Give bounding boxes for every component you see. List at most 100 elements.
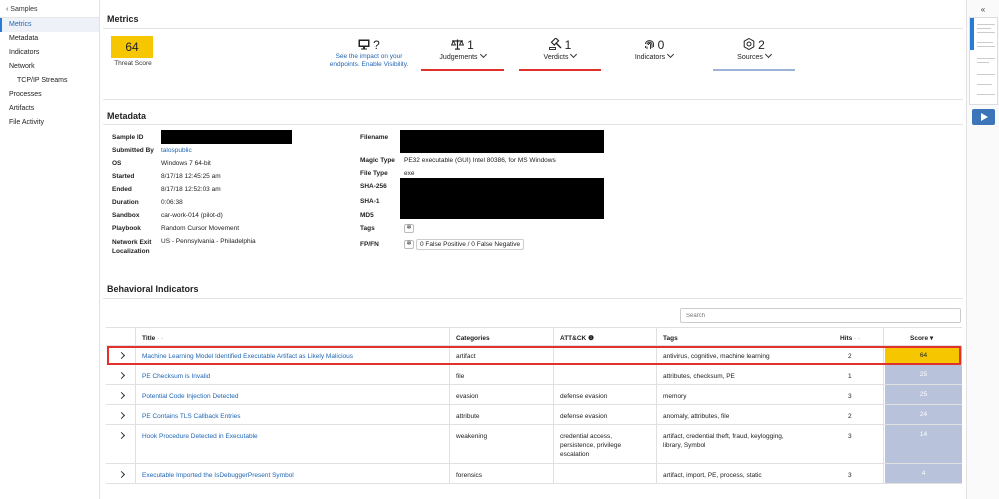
playbook-value: Random Cursor Movement	[161, 225, 240, 232]
indicator-score: 25	[885, 385, 962, 404]
gear-icon: ✲	[406, 225, 412, 231]
add-tag-button[interactable]: ✲	[404, 224, 414, 233]
hashes-redacted	[400, 178, 604, 219]
indicator-hits: 3	[848, 472, 852, 479]
collapse-minimap-button[interactable]: «	[967, 0, 999, 16]
metadata-divider-top	[103, 99, 963, 100]
metrics-title: Metrics	[107, 14, 139, 24]
column-score[interactable]: Score ▾	[906, 331, 937, 346]
verdicts-value: 1	[564, 38, 572, 52]
fpfn-settings-button[interactable]: ✲	[404, 240, 414, 249]
tags-label: Tags	[360, 225, 375, 232]
sources-underline	[713, 69, 795, 71]
table-row[interactable]: PE Checksum is Invalid file attributes, …	[106, 365, 962, 385]
column-hits[interactable]: Hits - -	[836, 331, 864, 347]
file-type-value: exe	[404, 170, 415, 177]
play-icon[interactable]	[972, 109, 995, 125]
indicator-title[interactable]: PE Contains TLS Callback Entries	[138, 409, 245, 424]
page-thumbnails[interactable]	[969, 17, 998, 105]
started-value: 8/17/18 12:45:25 am	[161, 173, 221, 180]
sha256-label: SHA-256	[360, 183, 387, 190]
indicators-metric[interactable]: 0 Indicators	[629, 37, 679, 61]
file-type-label: File Type	[360, 170, 388, 177]
table-header: Title - - Categories ATT&CK ❶ Tags Hits - …	[106, 327, 962, 346]
column-attck[interactable]: ATT&CK ❶	[556, 331, 598, 346]
chevron-right-icon[interactable]	[117, 371, 126, 380]
judgements-underline	[421, 69, 504, 71]
indicator-score: 14	[885, 425, 962, 463]
table-row[interactable]: PE Contains TLS Callback Entries attribu…	[106, 405, 962, 425]
magic-type-value: PE32 executable (GUI) Intel 80386, for M…	[404, 157, 556, 164]
os-value: Windows 7 64-bit	[161, 160, 211, 167]
indicator-tags: anomaly, attributes, file	[663, 413, 730, 420]
column-tags[interactable]: Tags	[659, 331, 682, 346]
indicator-category: file	[456, 373, 465, 380]
indicator-category: forensics	[456, 472, 483, 479]
submitted-by-link[interactable]: talospublic	[161, 147, 192, 154]
indicator-title[interactable]: Executable Imported the IsDebuggerPresen…	[138, 468, 298, 483]
sidebar-item-file-activity[interactable]: File Activity	[0, 116, 99, 130]
chevron-right-icon[interactable]	[117, 391, 126, 400]
playbook-label: Playbook	[112, 225, 141, 232]
duration-value: 0:06:38	[161, 199, 183, 206]
network-exit-label: Network Exit Localization	[112, 239, 152, 255]
sidebar-item-network[interactable]: Network	[0, 60, 99, 74]
verdicts-metric[interactable]: 1 Verdicts	[519, 37, 601, 71]
gear-icon: ✲	[406, 241, 412, 247]
indicator-tags: artifact, import, PE, process, static	[663, 472, 762, 479]
indicator-title[interactable]: PE Checksum is Invalid	[138, 369, 214, 384]
judgements-metric[interactable]: 1 Judgements	[421, 37, 504, 71]
sidebar-item-processes[interactable]: Processes	[0, 88, 99, 102]
indicators-value: 0	[657, 38, 665, 52]
indicator-title[interactable]: Potential Code Injection Detected	[138, 389, 242, 404]
chevron-right-icon[interactable]	[117, 431, 126, 440]
behavioral-title: Behavioral Indicators	[107, 284, 199, 294]
indicator-hits: 3	[848, 433, 852, 440]
indicator-hits: 1	[848, 373, 852, 380]
indicator-category: attribute	[456, 413, 480, 420]
enable-visibility-link[interactable]: See the impact on your endpoints. Enable…	[325, 53, 413, 69]
started-label: Started	[112, 173, 135, 180]
sidebar-item-metrics[interactable]: Metrics	[0, 18, 99, 32]
submitted-by-label: Submitted By	[112, 147, 154, 154]
fingerprint-icon	[644, 38, 655, 54]
visibility-metric: ?	[349, 37, 389, 53]
gavel-icon	[548, 37, 562, 54]
indicator-attck: defense evasion	[560, 413, 608, 420]
back-to-samples-link[interactable]: ‹ Samples	[0, 0, 99, 18]
main-content: Metrics 64 Threat Score ? See the impact…	[103, 0, 963, 499]
chevron-right-icon[interactable]	[117, 470, 126, 479]
md5-label: MD5	[360, 212, 374, 219]
sample-id-redacted	[161, 130, 292, 144]
indicators-label: Indicators	[634, 54, 666, 61]
highlight-box	[107, 346, 961, 365]
metadata-divider	[103, 124, 963, 125]
column-title[interactable]: Title - -	[138, 331, 167, 347]
search-input[interactable]	[680, 308, 961, 323]
indicator-category: weakening	[456, 433, 488, 440]
os-label: OS	[112, 160, 122, 167]
indicator-hits: 3	[848, 393, 852, 400]
verdicts-underline	[519, 69, 601, 71]
sources-label: Sources	[737, 54, 763, 61]
fpfn-label: FP/FN	[360, 241, 379, 248]
indicator-score: 4	[885, 464, 962, 483]
behavioral-divider	[103, 298, 963, 299]
sidebar-item-artifacts[interactable]: Artifacts	[0, 102, 99, 116]
table-row[interactable]: Potential Code Injection Detected evasio…	[106, 385, 962, 405]
sidebar-item-metadata[interactable]: Metadata	[0, 32, 99, 46]
column-categories[interactable]: Categories	[452, 331, 494, 346]
sandbox-value: car-work-014 (pilot-d)	[161, 212, 223, 219]
table-row[interactable]: Executable Imported the IsDebuggerPresen…	[106, 464, 962, 484]
sources-metric[interactable]: 2 Sources	[713, 37, 795, 71]
fpfn-value: 0 False Positive / 0 False Negative	[416, 239, 525, 250]
network-exit-value: US - Pennsylvania - Philadelphia	[161, 238, 256, 245]
indicator-title[interactable]: Hook Procedure Detected in Executable	[138, 429, 262, 444]
chevron-right-icon[interactable]	[117, 411, 126, 420]
table-row[interactable]: Hook Procedure Detected in Executable we…	[106, 425, 962, 464]
sidebar-item-tcpip-streams[interactable]: TCP/IP Streams	[0, 74, 99, 88]
visibility-value: ?	[373, 38, 380, 52]
sidebar-item-indicators[interactable]: Indicators	[0, 46, 99, 60]
minimap-viewport-indicator	[970, 18, 974, 50]
indicator-tags: memory	[663, 393, 687, 400]
